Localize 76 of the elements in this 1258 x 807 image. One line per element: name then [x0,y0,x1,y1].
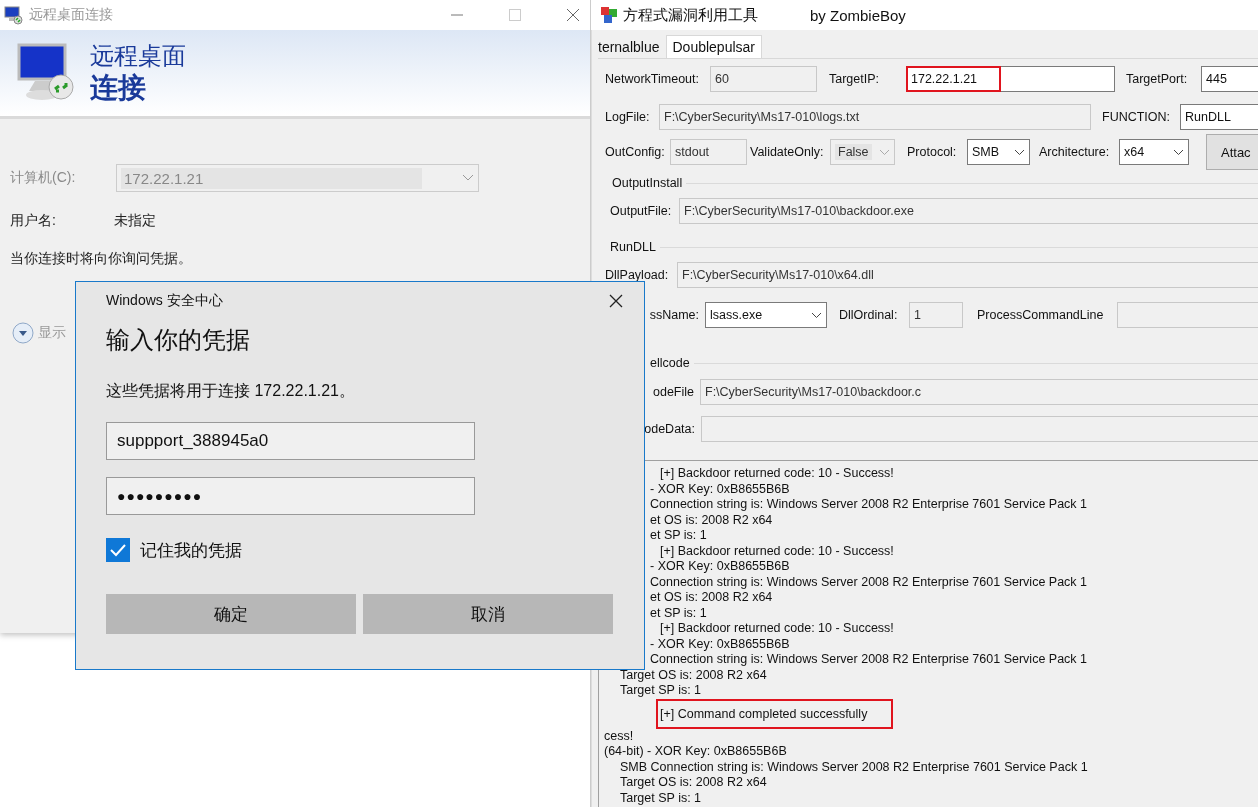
field-label: Protocol: [907,145,957,159]
dialog-message: 这些凭据将用于连接 172.22.1.21。 [106,381,356,401]
log-line: et SP is: 1 [650,605,707,620]
username-value: 未指定 [114,212,156,230]
field-label: TargetIP: [829,72,880,86]
log-line: et SP is: 1 [650,528,707,542]
input-field[interactable]: 172.22.1.21 [907,66,1115,92]
input-field[interactable]: RunDLL [1180,104,1258,130]
window-title: 方程式漏洞利用工具 [623,5,758,25]
field-label: FUNCTION: [1102,110,1171,124]
field-label: DllPayload: [605,268,669,282]
log-line: et OS is: 2008 R2 x64 [650,512,773,527]
author-label: by ZombieBoy [810,6,906,24]
log-line: [+] Backdoor returned code: 10 - Success! [660,543,894,558]
log-line: - XOR Key: 0xB8655B6B [650,559,790,573]
input-field[interactable]: 445 [1201,66,1258,92]
log-line: [+] Backdoor returned code: 10 - Success! [660,466,894,480]
group-title: RunDLL [610,240,657,254]
chevron-down-icon [811,311,822,319]
log-line: Connection string is: Windows Server 2008 R2 Enterprise 7601 Service Pack 1 [650,574,1088,589]
log-line: - XOR Key: 0xB8655B6B [650,481,790,496]
log-line: SMB Connection string is: Windows Server 2008 R2 Enterprise 7601 Service Pack 1 [620,759,1088,774]
field-label: ssName: [649,308,699,322]
username-label: 用户名: [10,212,57,230]
dropdown[interactable]: SMB [967,139,1030,165]
field-label: odeFile [653,385,694,399]
tab[interactable]: Doublepulsar [665,35,762,58]
dialog-button[interactable]: 确定 [106,594,356,634]
cubes-icon [600,6,618,24]
banner-subtitle: 连接 [90,71,147,105]
log-line: cess! [604,728,634,743]
log-line: Connection string is: Windows Server 2008 R2 Enterprise 7601 Service Pack 1 [650,652,1088,666]
username-field[interactable]: suppport_388945a0 [106,422,475,460]
chevron-down-icon [1173,148,1184,156]
dialog-heading: 输入你的凭据 [106,325,251,355]
chevron-down-icon [1014,148,1025,156]
log-line: et OS is: 2008 R2 x64 [650,590,773,604]
field-label: TargetPort: [1126,72,1188,86]
field-label: ValidateOnly: [750,145,824,159]
log-line: Target SP is: 1 [620,683,702,697]
field-label: OutputFile: [610,204,672,218]
field-label: NetworkTimeout: [605,72,699,86]
chevron-down-icon [879,148,890,156]
banner-title: 远程桌面 [90,41,186,71]
log-line: Target OS is: 2008 R2 x64 [620,775,767,789]
attack-button[interactable]: Attac [1206,134,1258,170]
field-label: OutConfig: [605,145,665,159]
field-label: ProcessCommandLine [977,308,1104,322]
log-line: [+] Backdoor returned code: 10 - Success! [660,621,894,635]
password-field[interactable]: ●●●●●●●●● [106,477,475,515]
dropdown[interactable]: x64 [1119,139,1189,165]
computer-label: 计算机(C): [10,169,77,187]
expand-icon[interactable] [12,322,34,344]
log-line: (64-bit) - XOR Key: 0xB8655B6B [604,744,787,758]
tab[interactable]: ternalblue [598,37,664,58]
field-label: DllOrdinal: [839,308,898,322]
monitor-icon [4,5,24,25]
close-icon[interactable] [566,8,580,22]
checkbox[interactable] [106,538,130,562]
group-title: OutputInstall [612,176,684,190]
group-title: ellcode [650,356,691,370]
log-line: Target OS is: 2008 R2 x64 [620,667,767,682]
dropdown[interactable]: lsass.exe [705,302,827,328]
chevron-down-icon [462,174,474,182]
close-icon[interactable] [608,293,624,309]
dialog-app-name: Windows 安全中心 [106,292,223,310]
log-line: Target SP is: 1 [620,790,702,805]
field-label: LogFile: [605,110,650,124]
credentials-note: 当你连接时将向你询问凭据。 [10,250,193,268]
field-label: odeData: [644,422,695,436]
log-line: - XOR Key: 0xB8655B6B [650,636,790,651]
remember-label: 记住我的凭据 [140,539,242,562]
window-title: 远程桌面连接 [29,6,113,24]
field-label: Architecture: [1039,145,1110,159]
log-line: Connection string is: Windows Server 2008 R2 Enterprise 7601 Service Pack 1 [650,497,1088,511]
dialog-button[interactable]: 取消 [363,594,613,634]
